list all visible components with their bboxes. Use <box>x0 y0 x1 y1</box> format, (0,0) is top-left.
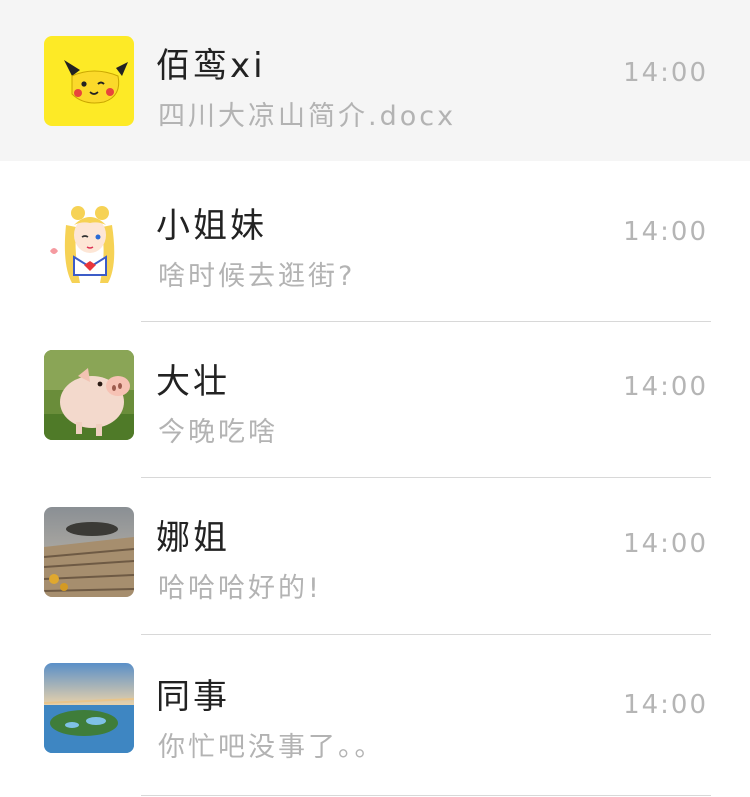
wooden-planks-avatar <box>44 507 134 597</box>
contact-name: 娜姐 <box>156 518 230 558</box>
message-preview: 你忙吧没事了。。 <box>158 732 385 763</box>
message-time: 14:00 <box>623 690 708 720</box>
contact-name: 小姐妹 <box>156 206 267 246</box>
message-preview: 今晚吃啥 <box>158 417 278 448</box>
contact-name: 大壮 <box>156 362 230 402</box>
chat-row-colleague[interactable]: 同事 你忙吧没事了。。 14:00 <box>0 635 750 797</box>
contact-name: 佰鸾xi <box>156 46 266 86</box>
message-time: 14:00 <box>623 217 708 247</box>
lake-landscape-avatar <box>44 663 134 753</box>
chat-row-dazhuang[interactable]: 大壮 今晚吃啥 14:00 <box>0 322 750 477</box>
piglet-avatar <box>44 350 134 440</box>
message-time: 14:00 <box>623 372 708 402</box>
contact-name: 同事 <box>156 677 230 717</box>
row-divider <box>141 795 711 796</box>
sailor-moon-avatar <box>44 195 134 285</box>
chat-row-sisters[interactable]: 小姐妹 啥时候去逛街? 14:00 <box>0 162 750 321</box>
pikachu-avatar <box>44 36 134 126</box>
chat-list: 佰鸾xi 四川大凉山简介.docx 14:00 小姐妹 啥时候去逛街? 14:0… <box>0 0 750 797</box>
chat-row-baiyuan[interactable]: 佰鸾xi 四川大凉山简介.docx 14:00 <box>0 0 750 161</box>
chat-row-najie[interactable]: 娜姐 哈哈哈好的! 14:00 <box>0 478 750 634</box>
message-preview: 啥时候去逛街? <box>158 261 356 292</box>
message-time: 14:00 <box>623 58 708 88</box>
message-preview: 哈哈哈好的! <box>158 573 322 604</box>
message-preview: 四川大凉山简介.docx <box>158 101 457 132</box>
message-time: 14:00 <box>623 529 708 559</box>
